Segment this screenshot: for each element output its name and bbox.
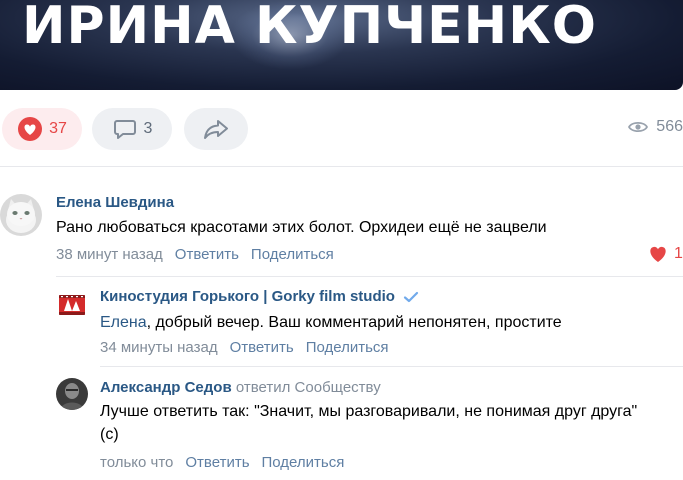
post-banner-image[interactable]: ИРИНА КУПЧЕНКО (0, 0, 683, 90)
like-count: 37 (49, 120, 67, 137)
reply-link[interactable]: Ответить (175, 246, 239, 263)
cat-avatar-image (0, 194, 42, 236)
comment-time[interactable]: 34 минуты назад (100, 339, 218, 356)
comment-like-count: 1 (674, 245, 683, 262)
comment-icon (113, 120, 136, 139)
comment-meta: только что Ответить Поделиться (100, 454, 356, 471)
comment-button[interactable]: 3 (92, 108, 172, 150)
studio-avatar[interactable] (56, 289, 88, 321)
comment-meta: 38 минут назад Ответить Поделиться (56, 246, 346, 263)
share-link[interactable]: Поделиться (262, 454, 345, 471)
author-name-link[interactable]: Александр Седов (100, 379, 232, 396)
avatar[interactable] (56, 378, 88, 410)
comment-separator (56, 276, 683, 277)
comment-body: , добрый вечер. Ваш комментарий непоняте… (146, 314, 562, 331)
comment-meta: 34 минуты назад Ответить Поделиться (100, 339, 401, 356)
like-button[interactable]: 37 (2, 108, 82, 150)
view-count: 566 (656, 118, 683, 135)
divider (0, 166, 683, 167)
comment-author: Александр Седов ответил Сообществу (100, 379, 381, 396)
eye-icon (628, 121, 649, 133)
comment-count: 3 (143, 120, 153, 137)
banner-title: ИРИНА КУПЧЕНКО (22, 0, 597, 56)
heart-icon (18, 117, 43, 141)
comment-time[interactable]: 38 минут назад (56, 246, 163, 263)
avatar[interactable] (0, 194, 42, 236)
view-counter: 566 (628, 118, 683, 136)
comment-time[interactable]: только что (100, 454, 173, 471)
share-link[interactable]: Поделиться (306, 339, 389, 356)
author-name-link[interactable]: Киностудия Горького | Gorky film studio (100, 288, 395, 305)
reply-link[interactable]: Ответить (185, 454, 249, 471)
share-icon (204, 120, 228, 139)
comment-like-button[interactable]: 1 (648, 245, 683, 263)
comment-text: Рано любоваться красотами этих болот. Ор… (56, 219, 547, 236)
comment-text: Елена, добрый вечер. Ваш комментарий неп… (100, 311, 680, 334)
heart-icon (650, 246, 666, 262)
comment-text: Лучше ответить так: "Значит, мы разговар… (100, 403, 638, 443)
mention-link[interactable]: Елена (100, 314, 147, 331)
comment-author: Киностудия Горького | Gorky film studio (100, 288, 419, 305)
share-link[interactable]: Поделиться (251, 246, 334, 263)
reply-link[interactable]: Ответить (230, 339, 294, 356)
verified-check-icon (403, 291, 419, 302)
replied-to-label[interactable]: ответил Сообществу (236, 379, 381, 396)
post-actions: 37 3 566 (0, 108, 683, 152)
person-avatar-image (56, 378, 88, 410)
comment-author[interactable]: Елена Шевдина (56, 194, 174, 211)
film-logo-icon (59, 295, 85, 315)
share-button[interactable] (184, 108, 248, 150)
comment-separator (100, 366, 683, 367)
